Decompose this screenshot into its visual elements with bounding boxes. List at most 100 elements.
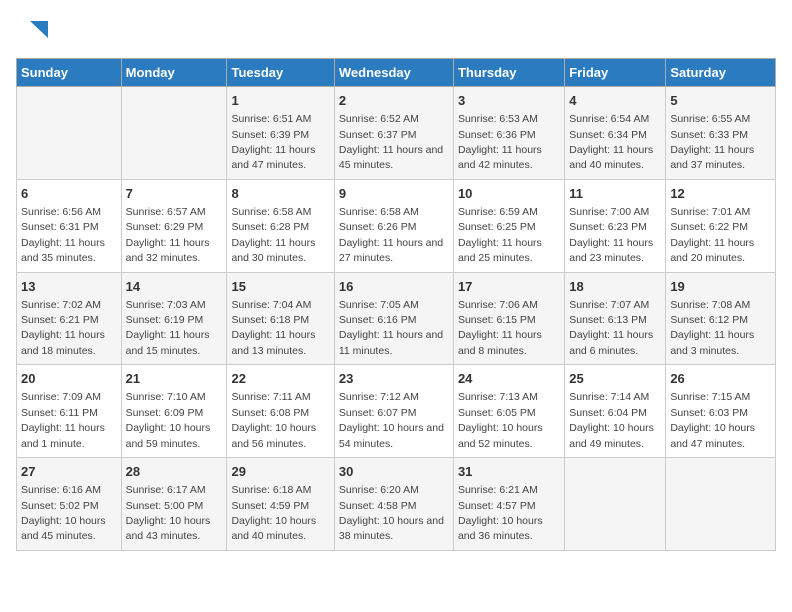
page-header [16,16,776,46]
day-info: Sunrise: 6:58 AM Sunset: 6:28 PM Dayligh… [231,206,315,264]
day-number: 15 [231,278,329,296]
day-number: 5 [670,92,771,110]
day-number: 9 [339,185,449,203]
day-number: 20 [21,370,117,388]
day-number: 31 [458,463,560,481]
day-number: 3 [458,92,560,110]
calendar-cell: 20 Sunrise: 7:09 AM Sunset: 6:11 PM Dayli… [17,365,122,458]
calendar-cell: 23Sunrise: 7:12 AM Sunset: 6:07 PM Dayli… [334,365,453,458]
day-info: Sunrise: 6:54 AM Sunset: 6:34 PM Dayligh… [569,113,653,171]
day-info: Sunrise: 7:03 AM Sunset: 6:19 PM Dayligh… [126,299,210,357]
day-info: Sunrise: 6:21 AM Sunset: 4:57 PM Dayligh… [458,484,543,542]
calendar-cell: 11Sunrise: 7:00 AM Sunset: 6:23 PM Dayli… [565,179,666,272]
day-number: 18 [569,278,661,296]
day-number: 27 [21,463,117,481]
day-info: Sunrise: 6:16 AM Sunset: 5:02 PM Dayligh… [21,484,106,542]
day-info: Sunrise: 7:01 AM Sunset: 6:22 PM Dayligh… [670,206,754,264]
calendar-cell: 30 Sunrise: 6:20 AM Sunset: 4:58 PM Dayli… [334,458,453,551]
day-info: Sunrise: 6:51 AM Sunset: 6:39 PM Dayligh… [231,113,315,171]
day-number: 29 [231,463,329,481]
day-info: Sunrise: 7:13 AM Sunset: 6:05 PM Dayligh… [458,391,543,449]
day-info: Sunrise: 7:05 AM Sunset: 6:16 PM Dayligh… [339,299,443,357]
day-header-monday: Monday [121,59,227,87]
day-number: 2 [339,92,449,110]
calendar-cell: 28 Sunrise: 6:17 AM Sunset: 5:00 PM Dayli… [121,458,227,551]
day-number: 30 [339,463,449,481]
week-row-5: 27 Sunrise: 6:16 AM Sunset: 5:02 PM Dayli… [17,458,776,551]
day-info: Sunrise: 7:11 AM Sunset: 6:08 PM Dayligh… [231,391,316,449]
calendar-cell: 25Sunrise: 7:14 AM Sunset: 6:04 PM Dayli… [565,365,666,458]
day-number: 28 [126,463,223,481]
day-info: Sunrise: 7:09 AM Sunset: 6:11 PM Dayligh… [21,391,105,449]
day-number: 17 [458,278,560,296]
calendar-cell: 19 Sunrise: 7:08 AM Sunset: 6:12 PM Dayli… [666,272,776,365]
calendar-cell: 9Sunrise: 6:58 AM Sunset: 6:26 PM Daylig… [334,179,453,272]
day-info: Sunrise: 7:02 AM Sunset: 6:21 PM Dayligh… [21,299,105,357]
day-header-wednesday: Wednesday [334,59,453,87]
day-number: 25 [569,370,661,388]
calendar-cell: 24 Sunrise: 7:13 AM Sunset: 6:05 PM Dayli… [453,365,564,458]
day-header-saturday: Saturday [666,59,776,87]
calendar-cell: 1 Sunrise: 6:51 AM Sunset: 6:39 PM Daylig… [227,87,334,180]
day-number: 24 [458,370,560,388]
logo [16,16,50,46]
day-number: 26 [670,370,771,388]
day-info: Sunrise: 7:00 AM Sunset: 6:23 PM Dayligh… [569,206,653,264]
day-info: Sunrise: 7:10 AM Sunset: 6:09 PM Dayligh… [126,391,211,449]
day-info: Sunrise: 7:08 AM Sunset: 6:12 PM Dayligh… [670,299,754,357]
day-number: 19 [670,278,771,296]
day-info: Sunrise: 7:06 AM Sunset: 6:15 PM Dayligh… [458,299,542,357]
calendar-cell [121,87,227,180]
day-info: Sunrise: 6:52 AM Sunset: 6:37 PM Dayligh… [339,113,443,171]
day-number: 6 [21,185,117,203]
day-number: 1 [231,92,329,110]
day-number: 10 [458,185,560,203]
calendar-cell: 31 Sunrise: 6:21 AM Sunset: 4:57 PM Dayli… [453,458,564,551]
calendar-cell: 29Sunrise: 6:18 AM Sunset: 4:59 PM Dayli… [227,458,334,551]
calendar-cell: 27 Sunrise: 6:16 AM Sunset: 5:02 PM Dayli… [17,458,122,551]
day-number: 7 [126,185,223,203]
day-header-sunday: Sunday [17,59,122,87]
day-info: Sunrise: 6:57 AM Sunset: 6:29 PM Dayligh… [126,206,210,264]
logo-icon [20,16,50,46]
day-info: Sunrise: 6:56 AM Sunset: 6:31 PM Dayligh… [21,206,105,264]
day-number: 13 [21,278,117,296]
header-row: SundayMondayTuesdayWednesdayThursdayFrid… [17,59,776,87]
day-number: 22 [231,370,329,388]
day-header-friday: Friday [565,59,666,87]
day-number: 4 [569,92,661,110]
day-info: Sunrise: 6:53 AM Sunset: 6:36 PM Dayligh… [458,113,542,171]
calendar-cell: 7 Sunrise: 6:57 AM Sunset: 6:29 PM Daylig… [121,179,227,272]
day-info: Sunrise: 6:20 AM Sunset: 4:58 PM Dayligh… [339,484,444,542]
day-info: Sunrise: 6:17 AM Sunset: 5:00 PM Dayligh… [126,484,211,542]
calendar-cell: 17 Sunrise: 7:06 AM Sunset: 6:15 PM Dayli… [453,272,564,365]
calendar-cell [17,87,122,180]
calendar-cell: 15 Sunrise: 7:04 AM Sunset: 6:18 PM Dayli… [227,272,334,365]
week-row-3: 13 Sunrise: 7:02 AM Sunset: 6:21 PM Dayli… [17,272,776,365]
week-row-2: 6 Sunrise: 6:56 AM Sunset: 6:31 PM Daylig… [17,179,776,272]
day-info: Sunrise: 7:04 AM Sunset: 6:18 PM Dayligh… [231,299,315,357]
calendar-cell: 22 Sunrise: 7:11 AM Sunset: 6:08 PM Dayli… [227,365,334,458]
calendar-cell [565,458,666,551]
calendar-cell: 2 Sunrise: 6:52 AM Sunset: 6:37 PM Daylig… [334,87,453,180]
calendar-cell: 12 Sunrise: 7:01 AM Sunset: 6:22 PM Dayli… [666,179,776,272]
day-header-tuesday: Tuesday [227,59,334,87]
day-number: 8 [231,185,329,203]
day-info: Sunrise: 6:55 AM Sunset: 6:33 PM Dayligh… [670,113,754,171]
calendar-cell: 10 Sunrise: 6:59 AM Sunset: 6:25 PM Dayli… [453,179,564,272]
calendar-cell: 21Sunrise: 7:10 AM Sunset: 6:09 PM Dayli… [121,365,227,458]
calendar-cell [666,458,776,551]
day-info: Sunrise: 7:07 AM Sunset: 6:13 PM Dayligh… [569,299,653,357]
day-number: 12 [670,185,771,203]
calendar-cell: 18 Sunrise: 7:07 AM Sunset: 6:13 PM Dayli… [565,272,666,365]
calendar-cell: 5 Sunrise: 6:55 AM Sunset: 6:33 PM Daylig… [666,87,776,180]
calendar-cell: 6 Sunrise: 6:56 AM Sunset: 6:31 PM Daylig… [17,179,122,272]
calendar-cell: 8 Sunrise: 6:58 AM Sunset: 6:28 PM Daylig… [227,179,334,272]
day-info: Sunrise: 6:59 AM Sunset: 6:25 PM Dayligh… [458,206,542,264]
calendar-cell: 4 Sunrise: 6:54 AM Sunset: 6:34 PM Daylig… [565,87,666,180]
calendar-table: SundayMondayTuesdayWednesdayThursdayFrid… [16,58,776,551]
calendar-cell: 14Sunrise: 7:03 AM Sunset: 6:19 PM Dayli… [121,272,227,365]
calendar-cell: 16Sunrise: 7:05 AM Sunset: 6:16 PM Dayli… [334,272,453,365]
day-info: Sunrise: 7:15 AM Sunset: 6:03 PM Dayligh… [670,391,755,449]
day-header-thursday: Thursday [453,59,564,87]
